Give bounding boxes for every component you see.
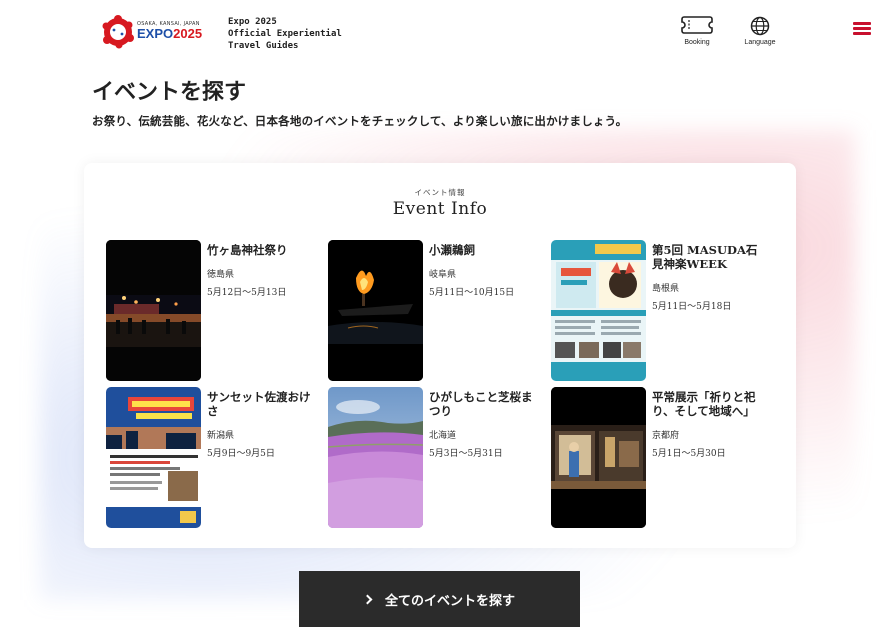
event-item-sado-okesa[interactable]: サンセット佐渡おけさ 新潟県 5月9日〜9月5日: [106, 387, 321, 529]
section-subtitle: イベント情報: [414, 188, 466, 197]
event-date: 5月3日〜5月31日: [429, 449, 503, 459]
event-prefecture: 京都府: [652, 431, 680, 441]
expo-logo[interactable]: OSAKA, KANSAI, JAPAN EXPO2025: [101, 12, 211, 52]
find-all-events-button[interactable]: 全てのイベントを探す: [299, 571, 580, 627]
chevron-right-icon: [362, 594, 373, 604]
event-prefecture: 島根県: [652, 284, 680, 294]
page-description: お祭り、伝統芸能、花火など、日本各地のイベントをチェックして、より楽しい旅に出か…: [92, 114, 628, 128]
event-name[interactable]: 第5回 MASUDA石見神楽WEEK: [652, 243, 764, 271]
section-title: Event Info: [392, 199, 488, 219]
language-button[interactable]: Language: [738, 16, 782, 52]
event-thumbnail[interactable]: [551, 240, 646, 381]
event-poster-icon: [106, 387, 201, 528]
night-festival-photo-icon: [106, 240, 201, 381]
event-date: 5月12日〜5月13日: [207, 288, 287, 298]
event-thumbnail[interactable]: [551, 387, 646, 528]
event-item-higashimokoto[interactable]: ひがしもこと芝桜まつり 北海道 5月3日〜5月31日: [328, 387, 543, 529]
event-date: 5月1日〜5月30日: [652, 449, 726, 459]
event-prefecture: 北海道: [429, 431, 457, 441]
moss-phlox-field-photo-icon: [328, 387, 423, 528]
language-label: Language: [744, 39, 776, 46]
event-date: 5月9日〜9月5日: [207, 449, 275, 459]
event-prefecture: 新潟県: [207, 431, 235, 441]
event-name[interactable]: サンセット佐渡おけさ: [207, 390, 319, 418]
site-tagline: Expo 2025 Official Experiential Travel G…: [228, 17, 342, 51]
event-name[interactable]: 小瀬鵜飼: [429, 243, 541, 257]
expo-mascot-logo-icon: [102, 15, 134, 49]
event-name[interactable]: ひがしもこと芝桜まつり: [429, 390, 541, 418]
site-header: OSAKA, KANSAI, JAPAN EXPO2025 Expo 2025 …: [0, 0, 895, 66]
event-date: 5月11日〜5月18日: [652, 302, 732, 312]
event-item-masuda-kagura[interactable]: 第5回 MASUDA石見神楽WEEK 島根県 5月11日〜5月18日: [551, 240, 766, 382]
event-item-oze-ukai[interactable]: 小瀬鵜飼 岐阜県 5月11日〜10月15日: [328, 240, 543, 382]
globe-icon: [750, 16, 770, 36]
logo-main-text: EXPO2025: [137, 26, 203, 41]
event-name[interactable]: 平常展示「祈りと祀り、そして地域へ」: [652, 390, 764, 418]
event-thumbnail[interactable]: [106, 240, 201, 381]
hamburger-menu-icon[interactable]: [851, 20, 873, 36]
ticket-icon: [681, 16, 713, 34]
booking-label: Booking: [684, 39, 710, 46]
find-all-events-label: 全てのイベントを探す: [384, 593, 515, 609]
event-thumbnail[interactable]: [328, 240, 423, 381]
event-item-takegashima[interactable]: 竹ヶ島神社祭り 徳島県 5月12日〜5月13日: [106, 240, 321, 382]
event-thumbnail[interactable]: [328, 387, 423, 528]
booking-button[interactable]: Booking: [675, 16, 719, 52]
cormorant-fishing-photo-icon: [328, 240, 423, 381]
event-info-card: イベント情報 Event Info 竹ヶ島神社祭り 徳島県 5月12日〜5月13…: [84, 163, 796, 548]
museum-exhibit-photo-icon: [551, 387, 646, 528]
page-title: イベントを探す: [92, 79, 247, 105]
event-name[interactable]: 竹ヶ島神社祭り: [207, 243, 319, 257]
event-date: 5月11日〜10月15日: [429, 288, 515, 298]
event-item-museum-exhibit[interactable]: 平常展示「祈りと祀り、そして地域へ」 京都府 5月1日〜5月30日: [551, 387, 766, 529]
event-thumbnail[interactable]: [106, 387, 201, 528]
event-prefecture: 岐阜県: [429, 270, 457, 280]
event-prefecture: 徳島県: [207, 270, 235, 280]
event-poster-icon: [551, 240, 646, 381]
